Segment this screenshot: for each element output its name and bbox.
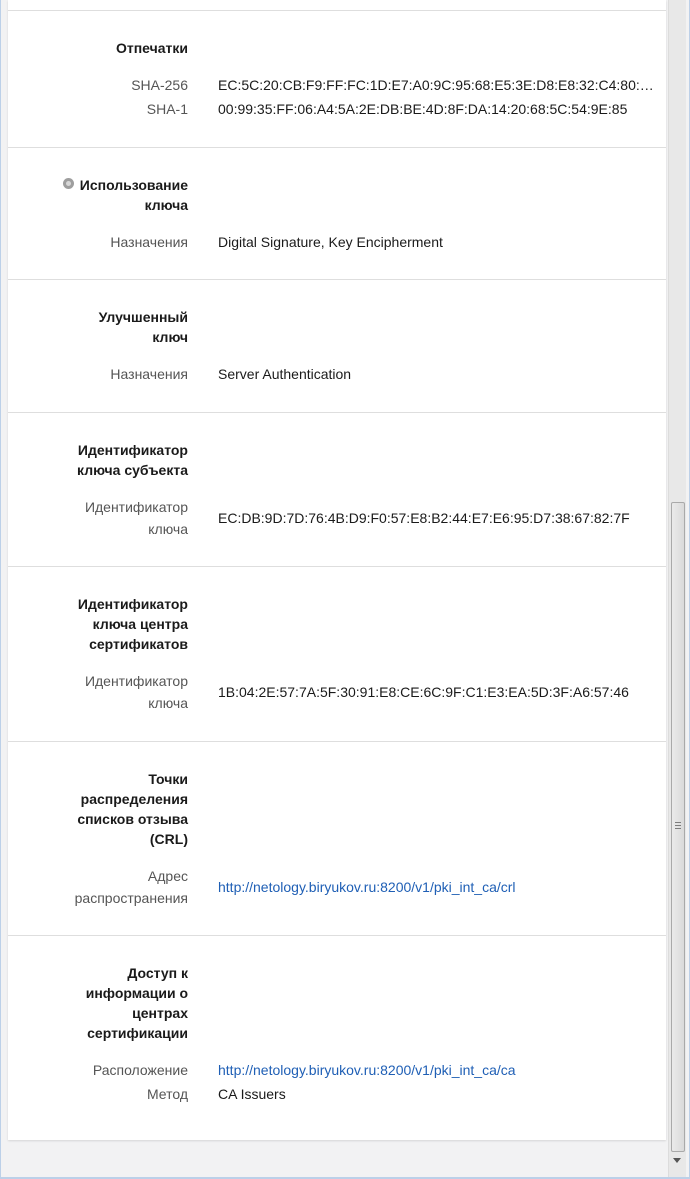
scrollbar-thumb[interactable] [671, 502, 685, 1152]
key-usage-section: Использование ключа Назначения Digital S… [8, 147, 666, 280]
subject-key-id-heading: Идентификатор ключа субъекта [18, 440, 188, 480]
aia-location-link[interactable]: http://netology.biryukov.ru:8200/v1/pki_… [218, 1059, 658, 1081]
fingerprints-section: Отпечатки SHA-256 EC:5C:20:CB:F9:FF:FC:1… [8, 10, 666, 148]
scrollbar-grip-icon [675, 822, 681, 823]
sha256-value: EC:5C:20:CB:F9:FF:FC:1D:E7:A0:9C:95:68:E… [218, 77, 658, 93]
aia-heading: Доступ к информации о центрах сертификац… [18, 963, 188, 1043]
key-usage-heading-line2: ключа [144, 197, 188, 213]
aia-method-value: CA Issuers [218, 1086, 286, 1102]
authority-key-id-value: 1B:04:2E:57:7A:5F:30:91:E8:CE:6C:9F:C1:E… [218, 684, 629, 700]
authority-key-id-heading-line1: Идентификатор [77, 596, 188, 612]
aia-heading-line1: Доступ к [127, 965, 188, 981]
extended-key-heading: Улучшенный ключ [18, 307, 188, 347]
scrollbar-grip-icon [675, 825, 681, 826]
aia-location-label: Расположение [92, 1062, 188, 1078]
authority-key-id-section: Идентификатор ключа центра сертификатов … [8, 566, 666, 742]
authority-key-id-heading: Идентификатор ключа центра сертификатов [18, 594, 188, 654]
fingerprints-heading: Отпечатки [115, 40, 188, 56]
key-usage-purpose-value: Digital Signature, Key Encipherment [218, 234, 443, 250]
sha256-label: SHA-256 [131, 77, 188, 93]
crl-address-label: Адрес распространения [18, 865, 188, 909]
subject-key-id-heading-line2: ключа субъекта [77, 462, 188, 478]
key-usage-heading: Использование ключа [18, 175, 188, 215]
crl-heading: Точки распределения списков отзыва (CRL) [18, 769, 188, 849]
certificate-details-card: Отпечатки SHA-256 EC:5C:20:CB:F9:FF:FC:1… [8, 0, 666, 1140]
crl-url-link[interactable]: http://netology.biryukov.ru:8200/v1/pki_… [218, 876, 658, 898]
sha1-label: SHA-1 [146, 101, 188, 117]
subject-key-id-value: EC:DB:9D:7D:76:4B:D9:F0:57:E8:B2:44:E7:E… [218, 510, 630, 526]
crl-heading-line4: (CRL) [149, 831, 188, 847]
extended-key-heading-line1: Улучшенный [98, 309, 188, 325]
key-usage-heading-line1: Использование [79, 177, 188, 193]
extended-key-section: Улучшенный ключ Назначения Server Authen… [8, 279, 666, 413]
crl-address-label-line1: Адрес [147, 868, 188, 884]
info-icon[interactable] [62, 178, 74, 189]
crl-heading-line1: Точки [148, 771, 188, 787]
crl-heading-line3: списков отзыва [77, 811, 188, 827]
subject-key-id-section: Идентификатор ключа субъекта Идентификат… [8, 412, 666, 567]
aia-heading-line2: информации о [85, 985, 188, 1001]
scrollbar-grip-icon [675, 828, 681, 829]
subject-key-id-label: Идентификатор ключа [18, 496, 188, 540]
subject-key-id-heading-line1: Идентификатор [77, 442, 188, 458]
aia-section: Доступ к информации о центрах сертификац… [8, 935, 666, 1141]
subject-key-id-label-line2: ключа [148, 521, 188, 537]
authority-key-id-heading-line3: сертификатов [89, 636, 188, 652]
aia-heading-line3: центрах [132, 1005, 188, 1021]
extended-key-heading-line2: ключ [152, 329, 188, 345]
authority-key-id-label-line1: Идентификатор [84, 673, 188, 689]
aia-heading-line4: сертификации [87, 1025, 188, 1041]
authority-key-id-heading-line2: ключа центра [92, 616, 188, 632]
extended-key-purpose-label: Назначения [110, 366, 188, 382]
key-usage-purpose-label: Назначения [110, 234, 188, 250]
authority-key-id-label-line2: ключа [148, 695, 188, 711]
subject-key-id-label-line1: Идентификатор [84, 499, 188, 515]
crl-section: Точки распределения списков отзыва (CRL)… [8, 741, 666, 936]
scroll-down-arrow-icon[interactable] [673, 1158, 681, 1163]
sha1-value: 00:99:35:FF:06:A4:5A:2E:DB:BE:4D:8F:DA:1… [218, 101, 628, 117]
crl-address-label-line2: распространения [74, 890, 188, 906]
crl-heading-line2: распределения [80, 791, 188, 807]
vertical-scrollbar[interactable] [668, 0, 686, 1177]
page-viewport: Отпечатки SHA-256 EC:5C:20:CB:F9:FF:FC:1… [1, 0, 689, 1177]
authority-key-id-label: Идентификатор ключа [18, 670, 188, 714]
aia-method-label: Метод [146, 1086, 188, 1102]
extended-key-purpose-value: Server Authentication [218, 366, 352, 382]
